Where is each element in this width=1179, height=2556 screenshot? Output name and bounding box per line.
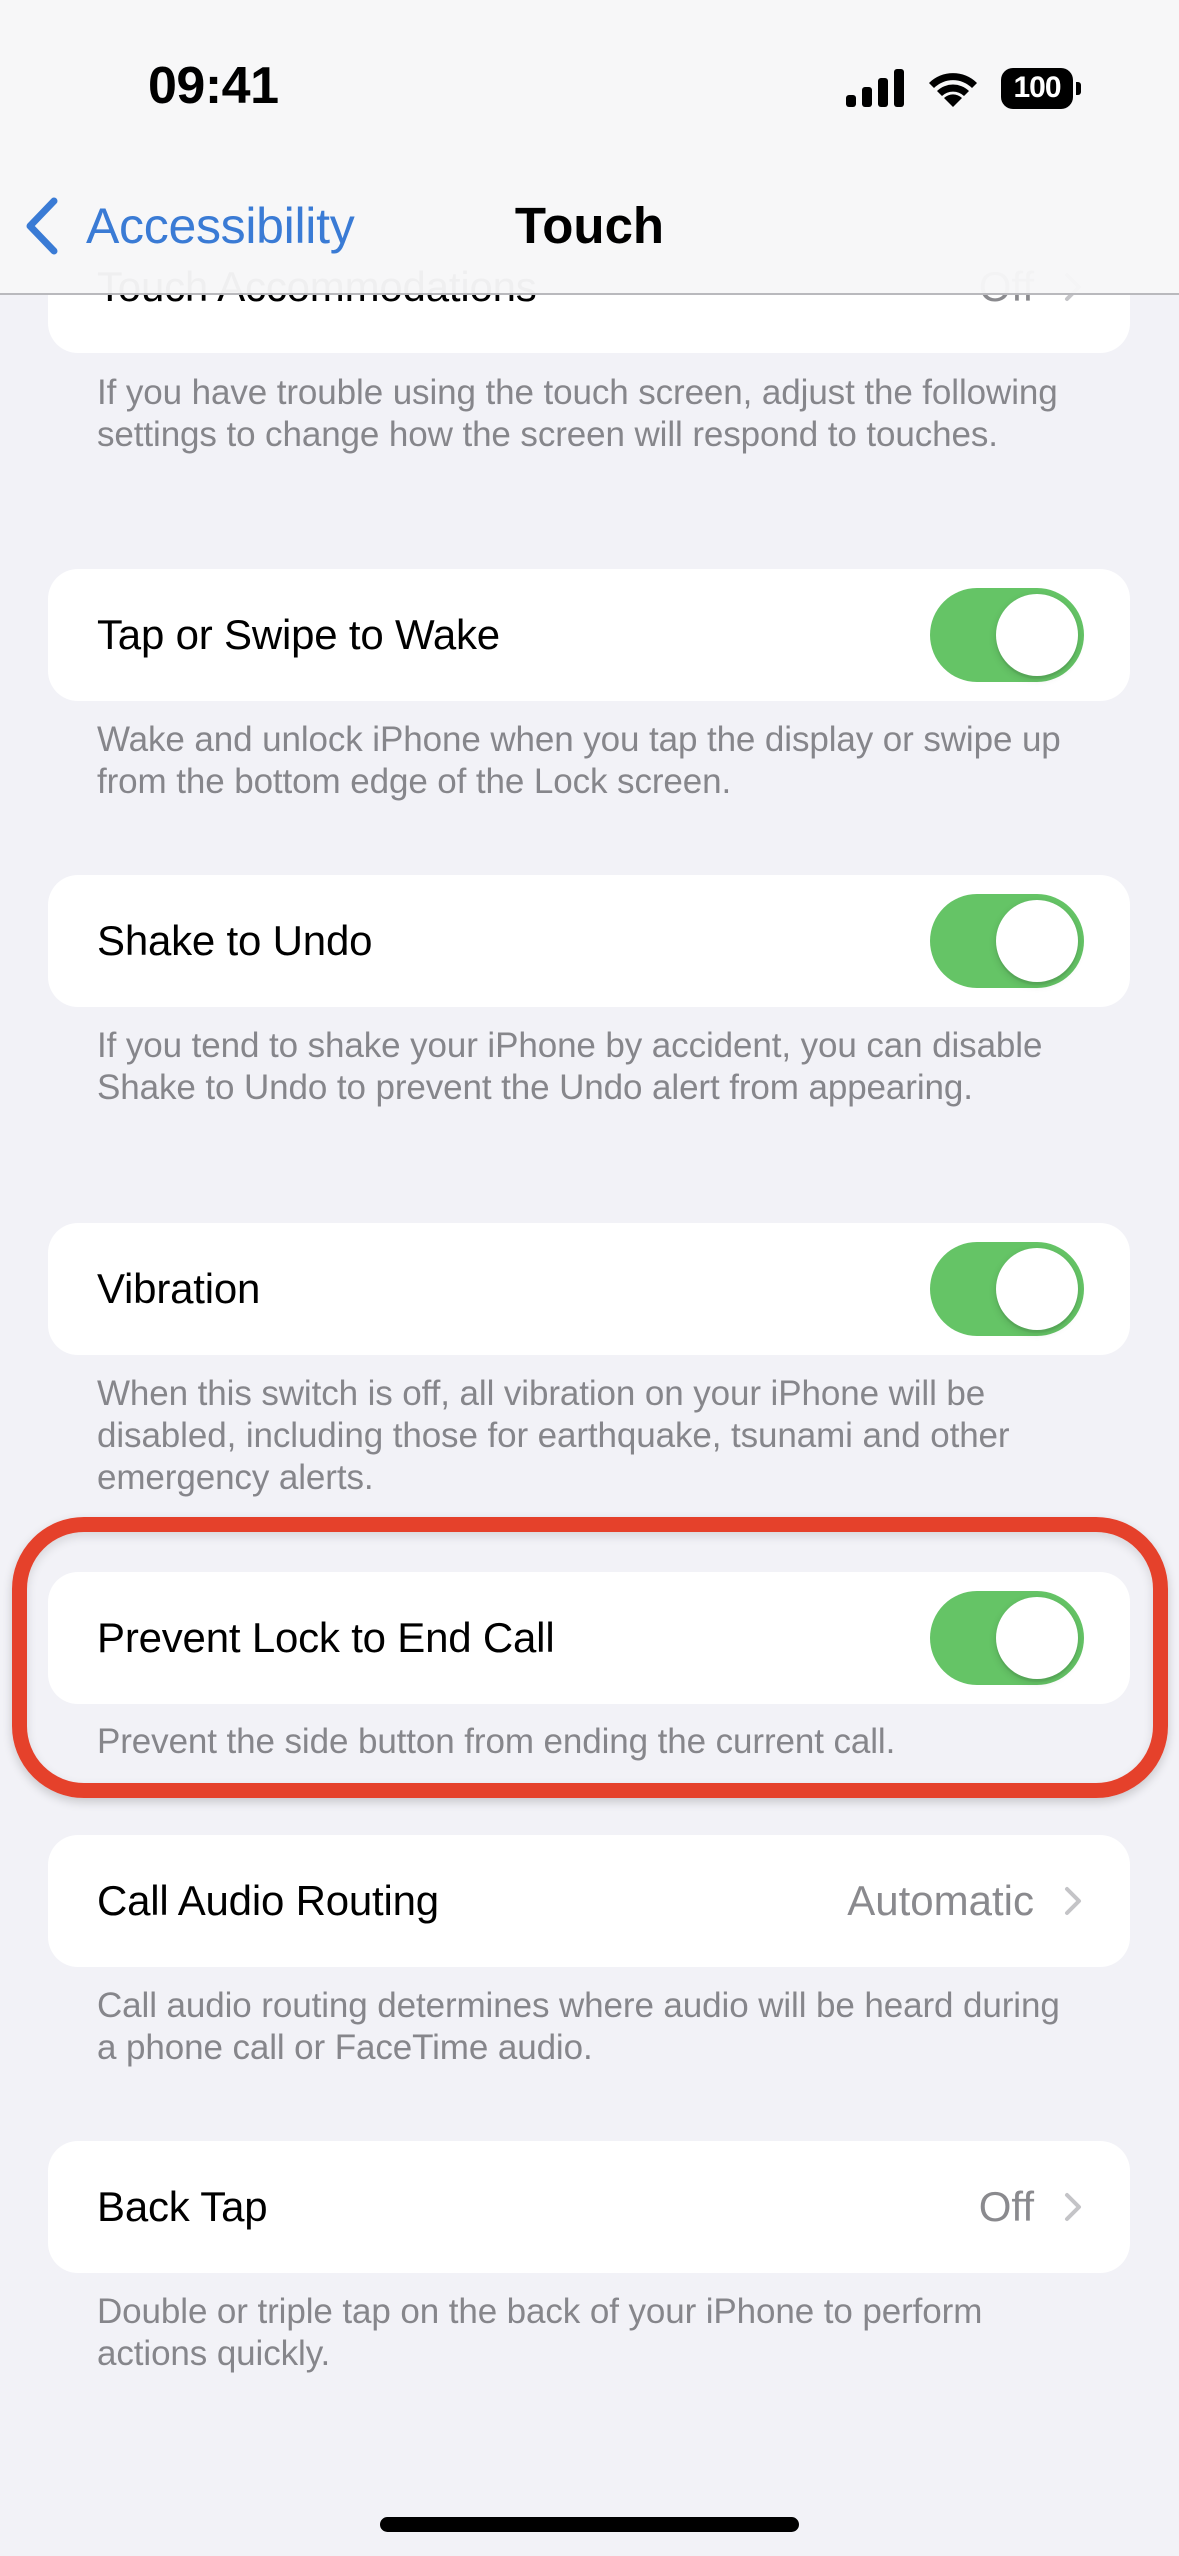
battery-level: 100 (1013, 71, 1061, 104)
tap-or-swipe-to-wake-row: Tap or Swipe to Wake (48, 569, 1130, 701)
back-tap-footer: Double or triple tap on the back of your… (97, 2292, 983, 2373)
status-bar: 09:41 100 (0, 0, 1179, 160)
toggle-knob (996, 1248, 1078, 1330)
row-value: Automatic (847, 1877, 1034, 1924)
row-label: Prevent Lock to End Call (97, 1614, 555, 1661)
row-label: Shake to Undo (97, 917, 373, 964)
signal-icon (846, 69, 904, 107)
page-title-text: Touch (514, 197, 665, 254)
vibration-footer: When this switch is off, all vibration o… (97, 1374, 1010, 1497)
row-label: Call Audio Routing (97, 1877, 439, 1924)
vibration-toggle[interactable] (930, 1242, 1084, 1336)
prevent-lock-to-end-call-toggle[interactable] (930, 1591, 1084, 1685)
row-value-group: Automatic (847, 1877, 1082, 1925)
chevron-right-icon (1065, 2193, 1081, 2221)
home-indicator[interactable] (380, 2517, 799, 2532)
status-time: 09:41 (148, 57, 279, 115)
tap-or-swipe-to-wake-footer: Wake and unlock iPhone when you tap the … (97, 720, 1061, 801)
row-label: Tap or Swipe to Wake (97, 611, 500, 658)
back-tap-row[interactable]: Back Tap Off (48, 2141, 1130, 2273)
navigation-bar: 09:41 100 Accessibility Touch (0, 0, 1179, 295)
call-audio-routing-footer: Call audio routing determines where audi… (97, 1986, 1060, 2067)
toggle-knob (996, 594, 1078, 676)
row-label: Back Tap (97, 2183, 268, 2230)
call-audio-routing-row[interactable]: Call Audio Routing Automatic (48, 1835, 1130, 1967)
shake-to-undo-row: Shake to Undo (48, 875, 1130, 1007)
row-label: Vibration (97, 1265, 261, 1312)
toggle-knob (996, 900, 1078, 982)
prevent-lock-to-end-call-footer: Prevent the side button from ending the … (97, 1722, 896, 1761)
vibration-row: Vibration (48, 1223, 1130, 1355)
toggle-knob (996, 1597, 1078, 1679)
shake-to-undo-toggle[interactable] (930, 894, 1084, 988)
tap-or-swipe-to-wake-toggle[interactable] (930, 588, 1084, 682)
touch-accommodations-footer: If you have trouble using the touch scre… (97, 373, 1058, 454)
row-value: Off (978, 2183, 1034, 2230)
row-value-group: Off (979, 2183, 1082, 2231)
prevent-lock-to-end-call-row: Prevent Lock to End Call (48, 1572, 1130, 1704)
chevron-right-icon (1065, 1887, 1081, 1915)
wifi-icon (929, 73, 977, 107)
page-title: Touch (0, 196, 1179, 255)
status-icons: 100 (846, 66, 1081, 110)
shake-to-undo-footer: If you tend to shake your iPhone by acci… (97, 1026, 1043, 1107)
battery-icon: 100 (1001, 67, 1081, 109)
